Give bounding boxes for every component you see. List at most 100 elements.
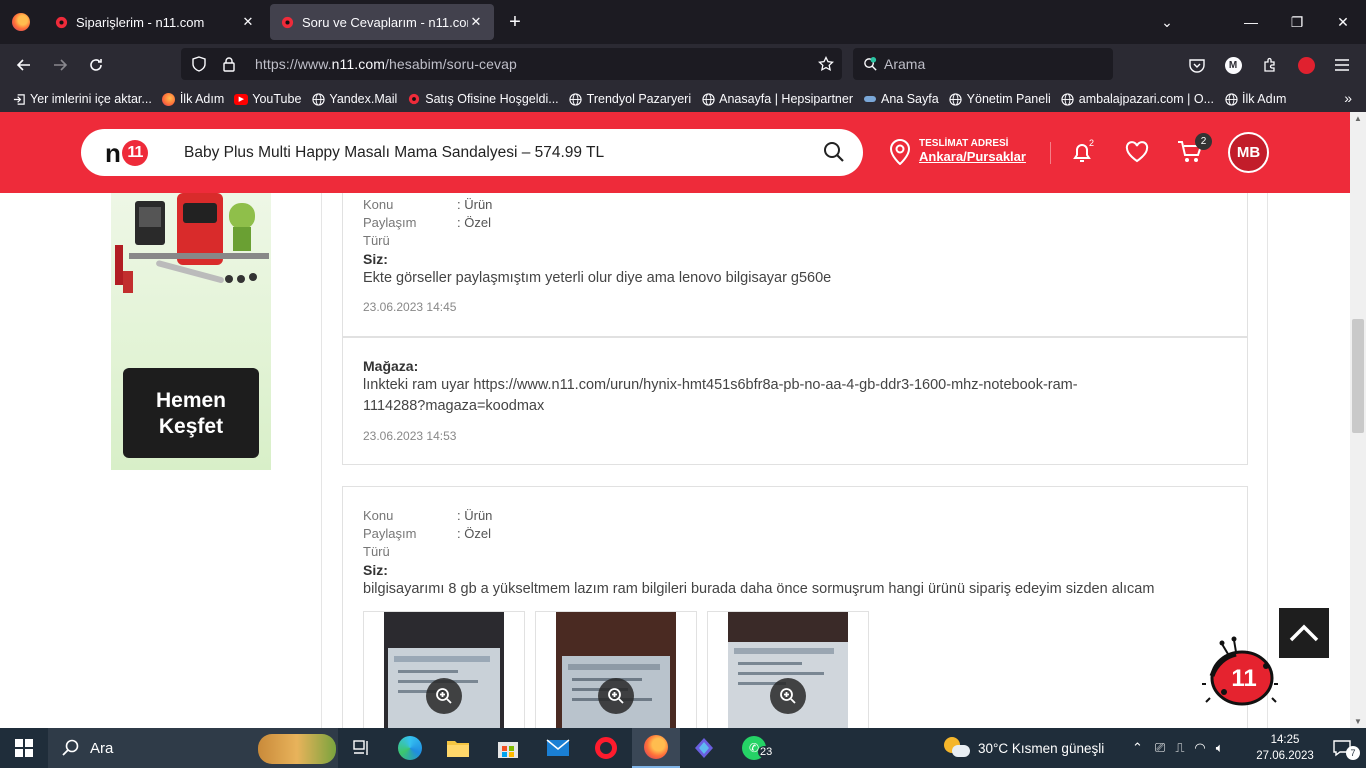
attachment-thumbnail[interactable] xyxy=(363,611,525,728)
tab-soru-cevaplarim[interactable]: Soru ve Cevaplarım - n11.com ✕ xyxy=(270,4,494,40)
bookmark-hepsipartner[interactable]: Anasayfa | Hepsipartner xyxy=(701,92,853,106)
menu-hamburger-icon[interactable] xyxy=(1331,54,1353,76)
page-scrollbar[interactable]: ▲ ▼ xyxy=(1350,112,1366,728)
close-window-button[interactable]: ✕ xyxy=(1320,0,1366,44)
close-tab-icon[interactable]: ✕ xyxy=(468,14,484,30)
browser-search-field[interactable]: Arama xyxy=(853,48,1113,80)
zoom-icon[interactable] xyxy=(426,678,462,714)
bookmark-ana-sayfa[interactable]: Ana Sayfa xyxy=(863,92,939,106)
delivery-address[interactable]: TESLİMAT ADRESİ Ankara/Pursaklar xyxy=(889,138,1026,165)
bookmark-youtube[interactable]: ▶ YouTube xyxy=(234,92,301,106)
meet-now-icon[interactable]: ⎚ xyxy=(1155,740,1165,756)
minimize-button[interactable]: — xyxy=(1228,0,1274,44)
zoom-icon[interactable] xyxy=(770,678,806,714)
firefox-taskbar-icon[interactable] xyxy=(632,728,680,768)
whatsapp-icon[interactable]: ✆ 23 xyxy=(730,728,778,768)
promo-banner[interactable]: Hemen Keşfet xyxy=(111,193,271,470)
bookmark-label: YouTube xyxy=(252,92,302,106)
url-path: /hesabim/soru-cevap xyxy=(385,56,517,72)
meta-key: Paylaşım xyxy=(363,526,417,541)
more-bookmarks-icon[interactable]: » xyxy=(1344,90,1352,106)
favorites-heart-icon[interactable] xyxy=(1123,138,1151,166)
volume-icon[interactable]: 🔈︎ xyxy=(1216,740,1224,756)
lock-icon[interactable] xyxy=(221,56,237,72)
search-highlight-image xyxy=(258,734,336,764)
search-icon[interactable] xyxy=(823,141,845,163)
weather-widget[interactable]: 30°C Kısmen güneşli xyxy=(944,728,1104,768)
scroll-down-arrow-icon[interactable]: ▼ xyxy=(1353,717,1363,726)
file-explorer-icon[interactable] xyxy=(434,728,482,768)
meta-share: Paylaşım : Özel xyxy=(363,525,1227,543)
new-tab-button[interactable]: + xyxy=(502,8,528,36)
author-label: Siz: xyxy=(363,562,388,578)
meta-type: Türü xyxy=(363,543,1227,561)
forward-button[interactable] xyxy=(45,50,75,80)
back-button[interactable] xyxy=(9,50,39,80)
bookmark-ilk-adim-2[interactable]: İlk Adım xyxy=(1224,92,1286,106)
notifications-bell-icon[interactable]: 2 xyxy=(1068,138,1096,166)
n11-favicon-icon xyxy=(407,92,421,106)
firefox-icon xyxy=(162,92,176,106)
site-search-input[interactable]: Baby Plus Multi Happy Masalı Mama Sandal… xyxy=(184,129,604,176)
shield-icon[interactable] xyxy=(191,56,207,72)
site-header: n 11 Baby Plus Multi Happy Masalı Mama Sa… xyxy=(0,112,1350,193)
scroll-up-arrow-icon[interactable]: ▲ xyxy=(1353,114,1363,123)
user-avatar[interactable]: MB xyxy=(1228,132,1269,173)
bookmark-satis-ofisi[interactable]: Satış Ofisine Hoşgeldi... xyxy=(407,92,559,106)
account-icon[interactable]: M xyxy=(1222,54,1244,76)
edge-icon[interactable] xyxy=(386,728,434,768)
taskbar-clock[interactable]: 14:25 27.06.2023 xyxy=(1254,732,1316,764)
url-text[interactable]: https://www.n11.com/hesabim/soru-cevap xyxy=(255,56,808,72)
task-view-icon[interactable] xyxy=(338,728,386,768)
tray-overflow-chevron-icon[interactable]: ⌃ xyxy=(1132,740,1143,756)
scroll-to-top-button[interactable] xyxy=(1279,608,1329,658)
tab-siparislerim[interactable]: Siparişlerim - n11.com ✕ xyxy=(44,4,266,40)
whatsapp-badge: 23 xyxy=(758,746,775,758)
bookmark-trendyol[interactable]: Trendyol Pazaryeri xyxy=(569,92,691,106)
network-ethernet-icon[interactable]: ⎍ xyxy=(1175,740,1184,756)
message-text[interactable]: lınkteki ram uyar https://www.n11.com/ur… xyxy=(363,375,1083,417)
banner-cta-button[interactable]: Hemen Keşfet xyxy=(123,368,259,458)
attachment-thumbnail[interactable] xyxy=(707,611,869,728)
mail-icon[interactable] xyxy=(534,728,582,768)
bookmark-yonetim-paneli[interactable]: Yönetim Paneli xyxy=(949,92,1051,106)
pocket-icon[interactable] xyxy=(1186,54,1208,76)
meta-key: Paylaşım xyxy=(363,215,417,230)
wifi-icon[interactable]: ◠ xyxy=(1194,740,1205,756)
n11-logo[interactable]: n 11 xyxy=(105,138,148,168)
close-tab-icon[interactable]: ✕ xyxy=(240,14,256,30)
site-search-box[interactable]: n 11 Baby Plus Multi Happy Masalı Mama Sa… xyxy=(81,129,863,176)
microsoft-store-icon[interactable] xyxy=(484,728,532,768)
opera-icon[interactable] xyxy=(582,728,630,768)
bookmark-label: Ana Sayfa xyxy=(880,92,939,106)
bookmark-yandex-mail[interactable]: Yandex.Mail xyxy=(311,92,397,106)
bookmark-import[interactable]: Yer imlerini içe aktar... xyxy=(12,92,152,106)
scrollbar-thumb[interactable] xyxy=(1352,319,1364,433)
tab-list-icon[interactable]: ⌄ xyxy=(1144,0,1190,44)
bookmark-ilk-adim[interactable]: İlk Adım xyxy=(162,92,224,106)
taskbar-search[interactable]: Ara xyxy=(48,728,338,768)
reload-button[interactable] xyxy=(81,50,111,80)
bookmark-star-icon[interactable] xyxy=(818,56,834,72)
weather-text: 30°C Kısmen güneşli xyxy=(978,740,1105,756)
copilot-icon[interactable] xyxy=(680,728,728,768)
notification-center-icon[interactable]: 7 xyxy=(1318,728,1366,768)
attachment-thumbnail[interactable] xyxy=(535,611,697,728)
ladybug-assistant-icon[interactable]: 11 xyxy=(1200,636,1280,708)
bookmark-ambalajpazari[interactable]: ambalajpazari.com | O... xyxy=(1061,92,1214,106)
notification-count: 2 xyxy=(1089,138,1095,148)
globe-icon xyxy=(1224,92,1238,106)
address-value[interactable]: Ankara/Pursaklar xyxy=(919,149,1026,165)
address-bar[interactable]: https://www.n11.com/hesabim/soru-cevap xyxy=(181,48,842,80)
search-engine-icon xyxy=(863,56,878,72)
extensions-icon[interactable] xyxy=(1259,54,1281,76)
restore-button[interactable]: ❐ xyxy=(1274,0,1320,44)
addon-red-icon[interactable] xyxy=(1295,54,1317,76)
zoom-icon[interactable] xyxy=(598,678,634,714)
start-button[interactable] xyxy=(0,728,48,768)
globe-icon xyxy=(311,92,325,106)
meta-key: Türü xyxy=(363,233,390,248)
globe-icon xyxy=(949,92,963,106)
firefox-menu-button[interactable] xyxy=(0,0,42,44)
meta-key: Türü xyxy=(363,544,390,559)
